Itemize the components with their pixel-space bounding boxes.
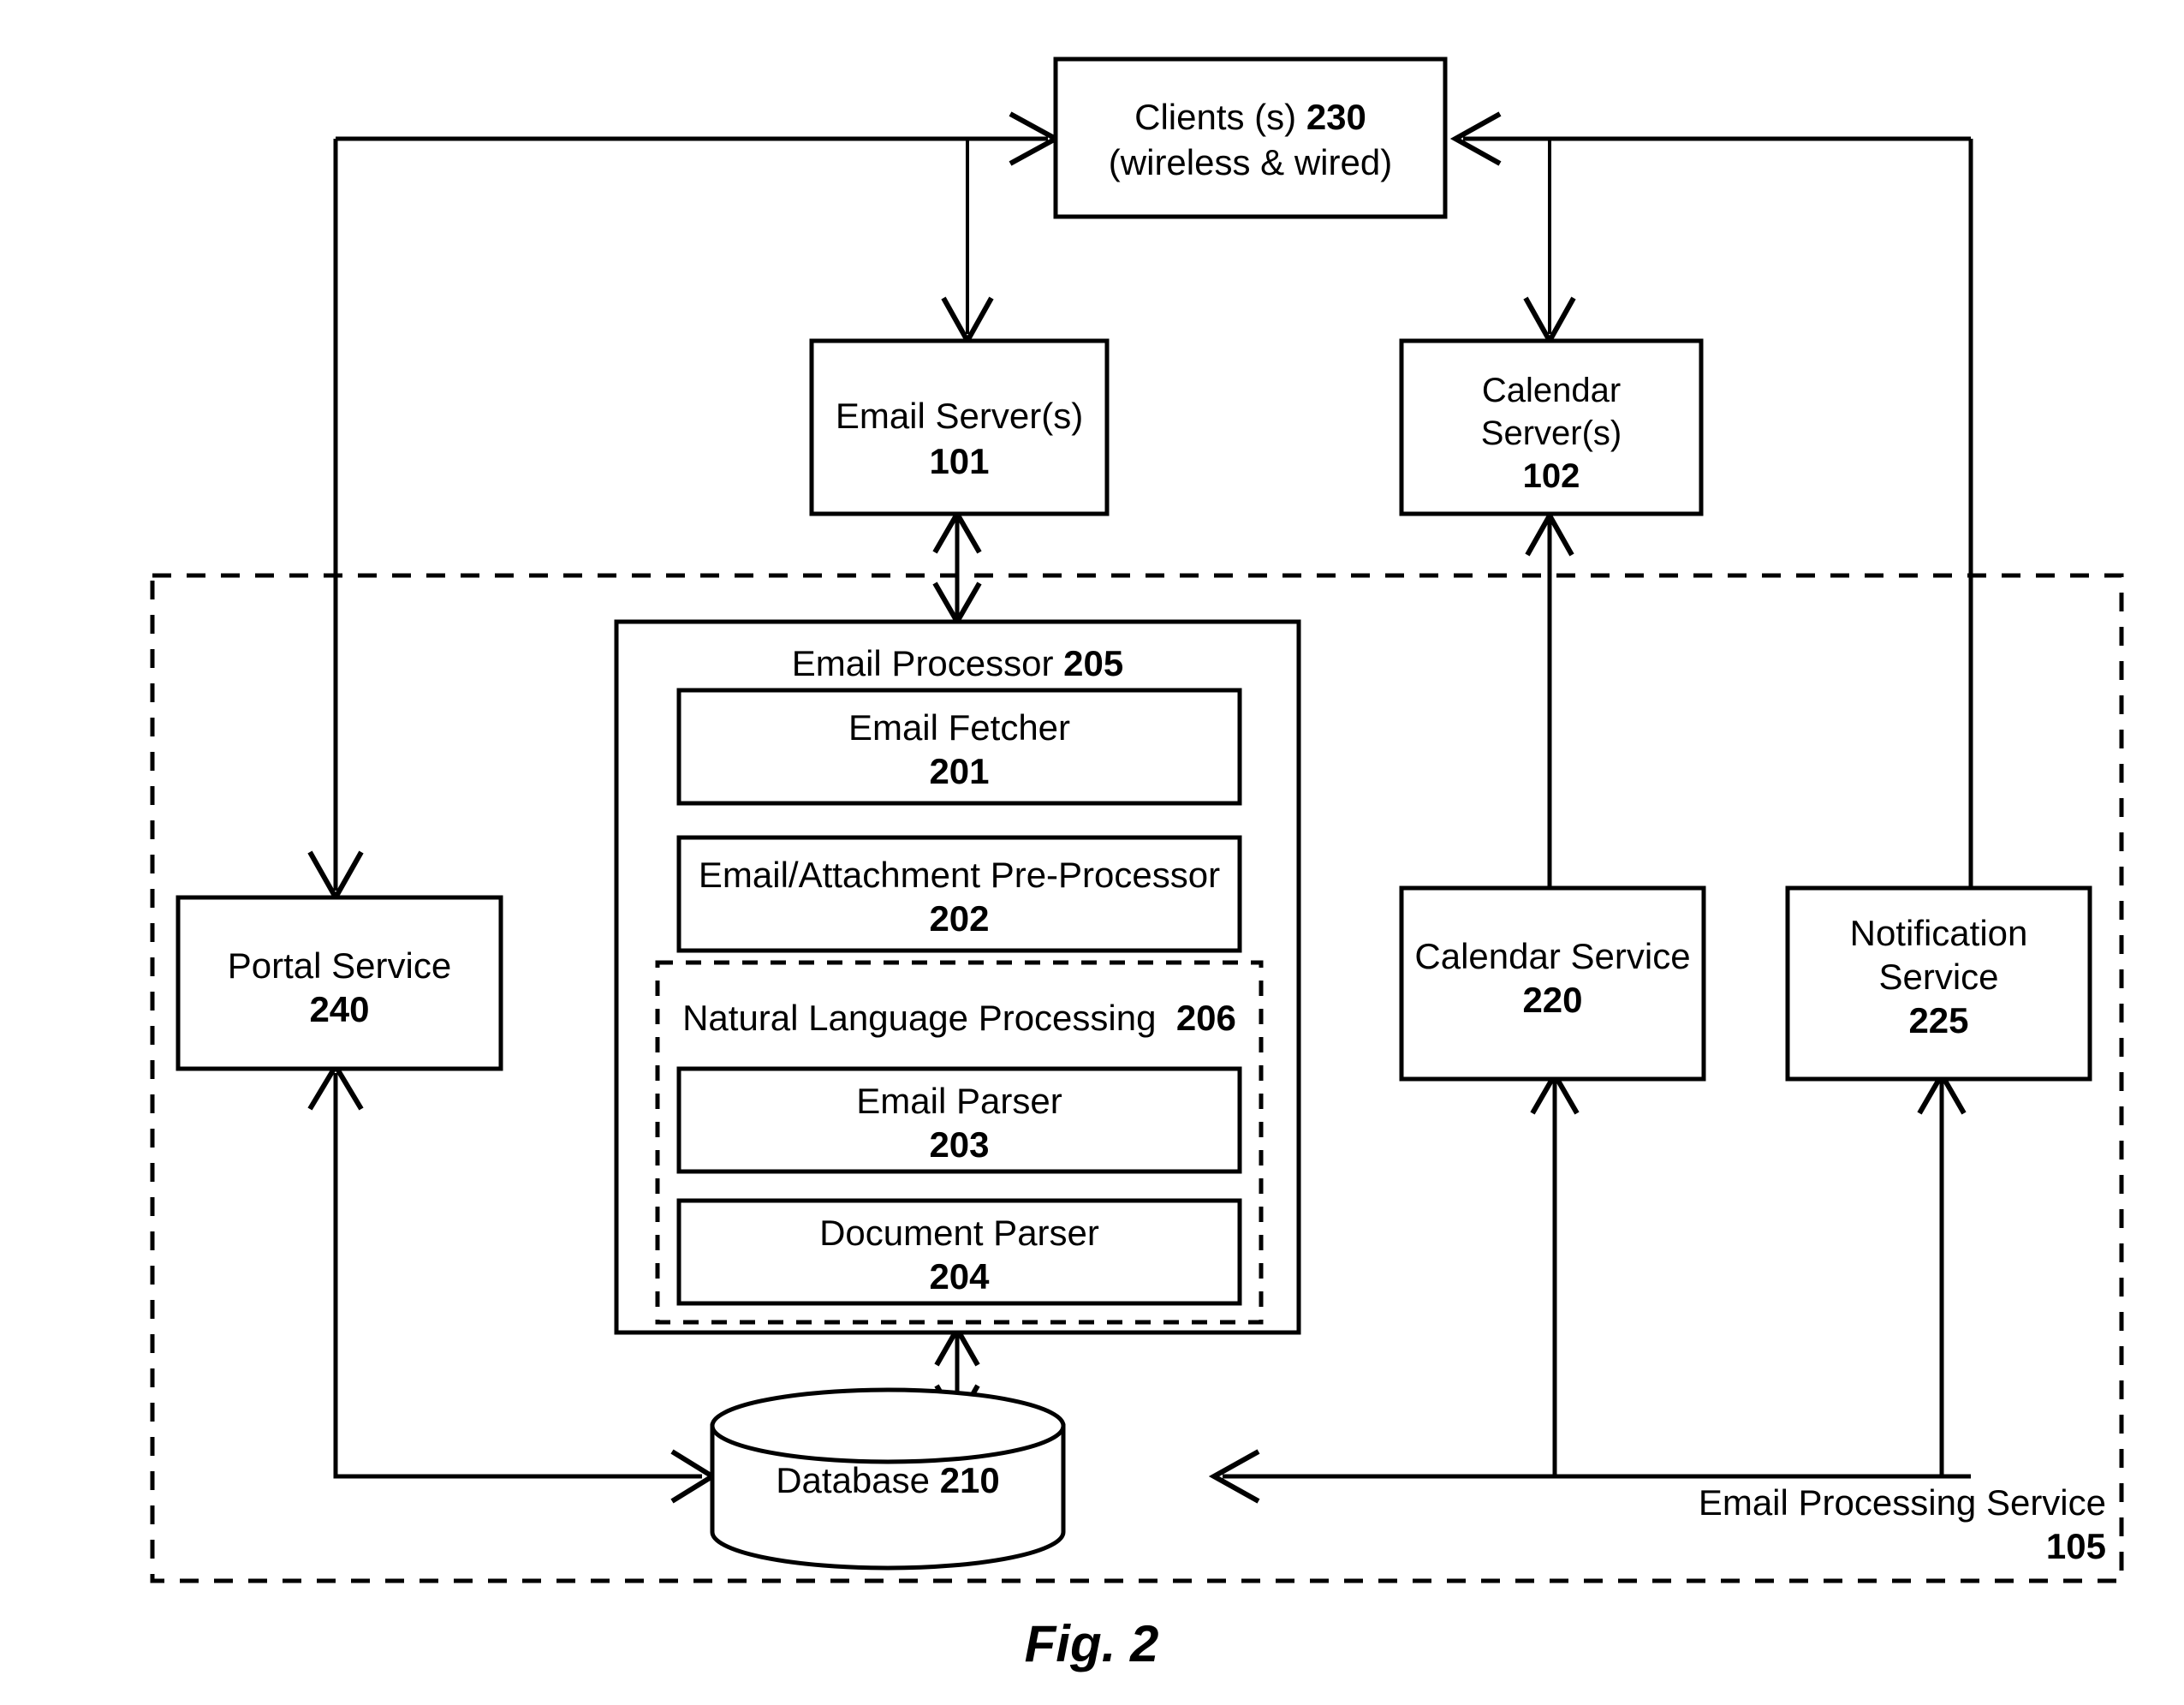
node-email-server-box[interactable] (809, 338, 1110, 516)
figure-caption: Fig. 2 (1024, 1615, 1159, 1672)
connector-clients-to-email-server (941, 139, 994, 347)
connector-email-server-email-processor (932, 509, 982, 627)
node-email-fetcher-box[interactable] (676, 688, 1242, 806)
patent-figure: Clients (s) 230 (wireless & wired) Email… (0, 0, 2184, 1705)
node-clients-box[interactable] (1053, 57, 1448, 219)
node-document-parser-box[interactable] (676, 1198, 1242, 1306)
node-notification-service-box[interactable] (1785, 885, 2092, 1082)
node-email-parser-box[interactable] (676, 1066, 1242, 1174)
node-calendar-server-box[interactable] (1399, 338, 1704, 516)
connector-calendar-service-to-calendar-server (1525, 510, 1574, 888)
connector-database-to-calendar-service (1530, 1070, 1580, 1476)
connector-clients-to-calendar-server (1523, 139, 1576, 347)
node-database-cylinder[interactable] (710, 1387, 1066, 1571)
diagram-canvas (150, 57, 2124, 1583)
connector-database-to-notification-service (1917, 1070, 1967, 1476)
node-calendar-service-box[interactable] (1399, 885, 1706, 1082)
connector-database-bottom-bus (1208, 1449, 1971, 1504)
node-pre-processor-box[interactable] (676, 835, 1242, 953)
node-portal-service-box[interactable] (176, 895, 503, 1071)
